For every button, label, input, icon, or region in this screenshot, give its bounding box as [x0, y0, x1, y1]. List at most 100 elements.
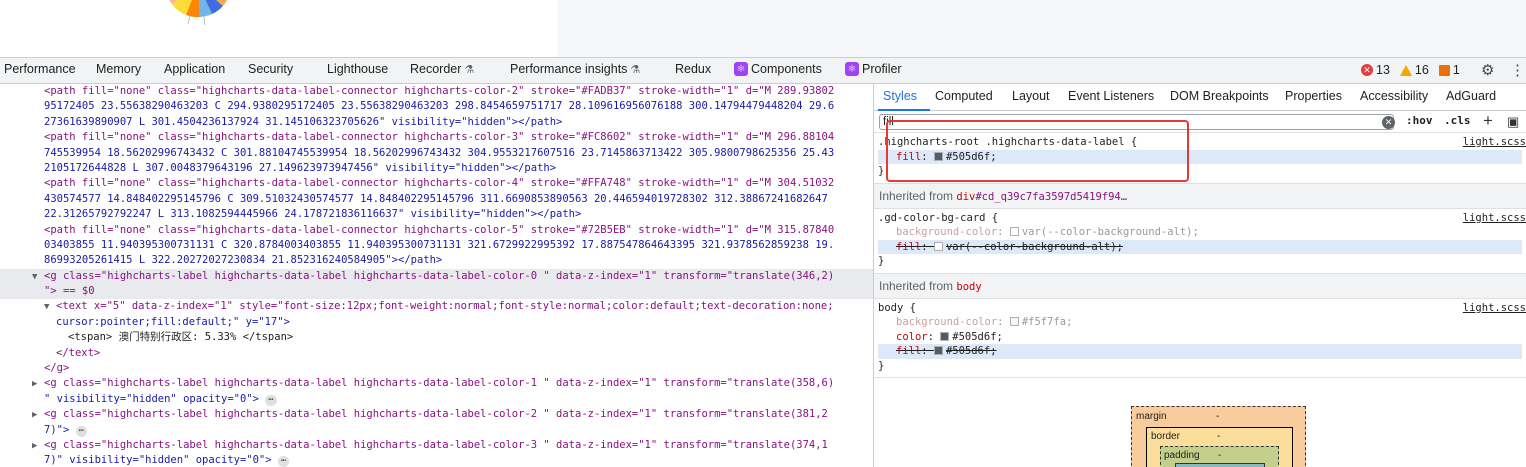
box-model-border[interactable]: border - padding - [1146, 427, 1293, 467]
inherited-element[interactable]: div [956, 191, 975, 203]
color-swatch[interactable] [933, 151, 943, 161]
dom-line[interactable]: ▶ <g class="highcharts-label highcharts-d… [0, 376, 873, 391]
property-name[interactable]: background-color [896, 316, 997, 328]
ellipsis-badge[interactable]: ⋯ [277, 456, 290, 467]
css-declaration-overridden[interactable]: fill: #505d6f; [878, 344, 1522, 359]
dom-line[interactable]: 27361639890907 L 301.4504236137924 31.14… [0, 115, 873, 130]
dom-line[interactable]: 86993205261415 L 322.20272027230834 21.8… [0, 253, 873, 268]
rule-source-link[interactable]: light.scss [1463, 135, 1526, 150]
css-declaration[interactable]: color: #505d6f; [878, 330, 1522, 345]
subtab-styles[interactable]: Styles [883, 89, 917, 103]
tab-redux[interactable]: Redux [675, 62, 711, 76]
new-rule-icon[interactable]: + [1483, 111, 1493, 131]
dom-line[interactable]: 7)"> ⋯ [0, 423, 873, 438]
property-value[interactable]: #f5f7fa; [1022, 316, 1073, 328]
property-name[interactable]: color [896, 331, 928, 343]
rule-selector[interactable]: body { [878, 301, 1522, 316]
subtab-properties[interactable]: Properties [1285, 89, 1342, 103]
css-declaration-overridden[interactable]: fill: var(--color-background-alt); [878, 239, 1522, 254]
color-swatch[interactable] [933, 241, 943, 251]
expand-triangle-icon[interactable]: ▼ [44, 300, 56, 314]
expand-triangle-icon[interactable]: ▼ [32, 270, 44, 284]
dom-line-selected[interactable]: ▼ <g class="highcharts-label highcharts-d… [0, 268, 873, 285]
dom-line[interactable]: 03403855 11.940395300731131 C 320.878400… [0, 238, 873, 253]
tab-memory[interactable]: Memory [96, 62, 141, 76]
elements-dom-tree[interactable]: <path fill="none" class="highcharts-data… [0, 84, 873, 467]
property-name[interactable]: background-color [896, 226, 997, 238]
tab-lighthouse[interactable]: Lighthouse [327, 62, 388, 76]
dom-line[interactable]: <path fill="none" class="highcharts-data… [0, 130, 873, 145]
box-model-padding[interactable]: padding - [1160, 446, 1279, 467]
rule-selector[interactable]: .highcharts-root .highcharts-data-label … [878, 135, 1522, 150]
inherited-element[interactable]: body [956, 281, 981, 293]
expand-triangle-icon[interactable]: ▶ [32, 377, 44, 391]
tab-components[interactable]: ⚛ Components [734, 62, 822, 76]
dom-line[interactable]: <path fill="none" class="highcharts-data… [0, 223, 873, 238]
box-model-value[interactable]: - [1217, 431, 1220, 442]
dom-line[interactable]: <path fill="none" class="highcharts-data… [0, 176, 873, 191]
clear-filter-icon[interactable]: ✕ [1382, 116, 1395, 129]
subtab-event-listeners[interactable]: Event Listeners [1068, 89, 1154, 103]
dom-line[interactable]: cursor:pointer;fill:default;" y="17"> [0, 315, 873, 330]
color-swatch[interactable] [1009, 227, 1019, 236]
rule-source-link[interactable]: light.scss [1463, 301, 1526, 316]
property-value[interactable]: var(--color-background-alt); [946, 241, 1123, 253]
rule-source-link[interactable]: light.scss [1463, 211, 1526, 226]
subtab-dom-breakpoints[interactable]: DOM Breakpoints [1170, 89, 1269, 103]
box-model-value[interactable]: - [1218, 450, 1221, 461]
color-swatch[interactable] [940, 331, 950, 341]
dom-line[interactable]: " visibility="hidden" opacity="0"> ⋯ [0, 392, 873, 407]
warning-counter[interactable]: 16 [1399, 63, 1429, 77]
property-name[interactable]: fill [896, 151, 921, 163]
property-value[interactable]: #505d6f; [946, 345, 997, 357]
filter-input[interactable] [879, 114, 1394, 130]
property-name[interactable]: fill [896, 345, 921, 357]
tab-performance[interactable]: Performance [4, 62, 76, 76]
color-swatch[interactable] [933, 346, 943, 355]
subtab-computed[interactable]: Computed [935, 89, 993, 103]
css-declaration[interactable]: background-color: #f5f7fa; [878, 315, 1522, 330]
box-model-value[interactable]: - [1216, 411, 1219, 422]
dom-line[interactable]: ▶ <g class="highcharts-label highcharts-d… [0, 438, 873, 453]
dom-line[interactable]: ▶ <g class="highcharts-label highcharts-d… [0, 407, 873, 422]
dom-line[interactable]: 2105172644828 L 307.0048379643196 27.149… [0, 161, 873, 176]
subtab-accessibility[interactable]: Accessibility [1360, 89, 1428, 103]
tab-profiler[interactable]: ⚛ Profiler [845, 62, 902, 76]
issue-counters[interactable]: ✕ 13 16 1 [1361, 63, 1460, 77]
ellipsis-badge[interactable]: ⋯ [265, 394, 277, 406]
dom-line[interactable]: 745539954 18.56202996743432 C 301.881047… [0, 146, 873, 161]
more-menu-icon[interactable]: ⋮ [1510, 61, 1525, 79]
ellipsis-badge[interactable]: ⋯ [75, 425, 88, 437]
dom-line[interactable]: </text> [0, 346, 873, 361]
property-value[interactable]: #505d6f; [946, 151, 997, 163]
error-counter[interactable]: ✕ 13 [1361, 63, 1390, 77]
dom-line[interactable]: </g> [0, 361, 873, 376]
dom-line[interactable]: 7)" visibility="hidden" opacity="0"> ⋯ [0, 453, 873, 467]
tab-application[interactable]: Application [164, 62, 225, 76]
hov-toggle[interactable]: :hov [1406, 114, 1433, 127]
issues-counter[interactable]: 1 [1438, 63, 1460, 77]
tab-recorder[interactable]: Recorder ⚗ [410, 62, 474, 76]
dom-line-selected[interactable]: "> == $0 [0, 284, 873, 300]
tab-performance-insights[interactable]: Performance insights ⚗ [510, 62, 640, 76]
box-model-margin[interactable]: margin - border - padding - [1131, 406, 1306, 467]
dom-line[interactable]: 95172405 23.55638290463203 C 294.9380295… [0, 99, 873, 114]
subtab-adguard[interactable]: AdGuard [1446, 89, 1496, 103]
dom-line[interactable]: <path fill="none" class="highcharts-data… [0, 84, 873, 99]
dom-line[interactable]: ▼ <text x="5" data-z-index="1" style="fon… [0, 299, 873, 314]
expand-triangle-icon[interactable]: ▶ [32, 408, 44, 422]
dom-line[interactable]: <tspan> 澳门特别行政区: 5.33% </tspan> [0, 330, 873, 345]
inherited-id[interactable]: #cd_q39c7fa3597d5419f94… [975, 191, 1127, 203]
css-declaration[interactable]: background-color: var(--color-background… [878, 225, 1522, 240]
css-declaration[interactable]: fill: #505d6f; [878, 149, 1522, 164]
color-swatch[interactable] [1009, 317, 1019, 326]
property-value[interactable]: var(--color-background-alt); [1022, 226, 1199, 238]
tab-security[interactable]: Security [248, 62, 293, 76]
box-model-content[interactable] [1175, 463, 1265, 467]
expand-triangle-icon[interactable]: ▶ [32, 439, 44, 453]
cls-toggle[interactable]: .cls [1444, 114, 1471, 127]
gear-icon[interactable]: ⚙ [1481, 61, 1494, 79]
dom-line[interactable]: 22.31265792792247 L 313.1082594445966 24… [0, 207, 873, 222]
property-value[interactable]: #505d6f; [952, 331, 1003, 343]
subtab-layout[interactable]: Layout [1012, 89, 1050, 103]
